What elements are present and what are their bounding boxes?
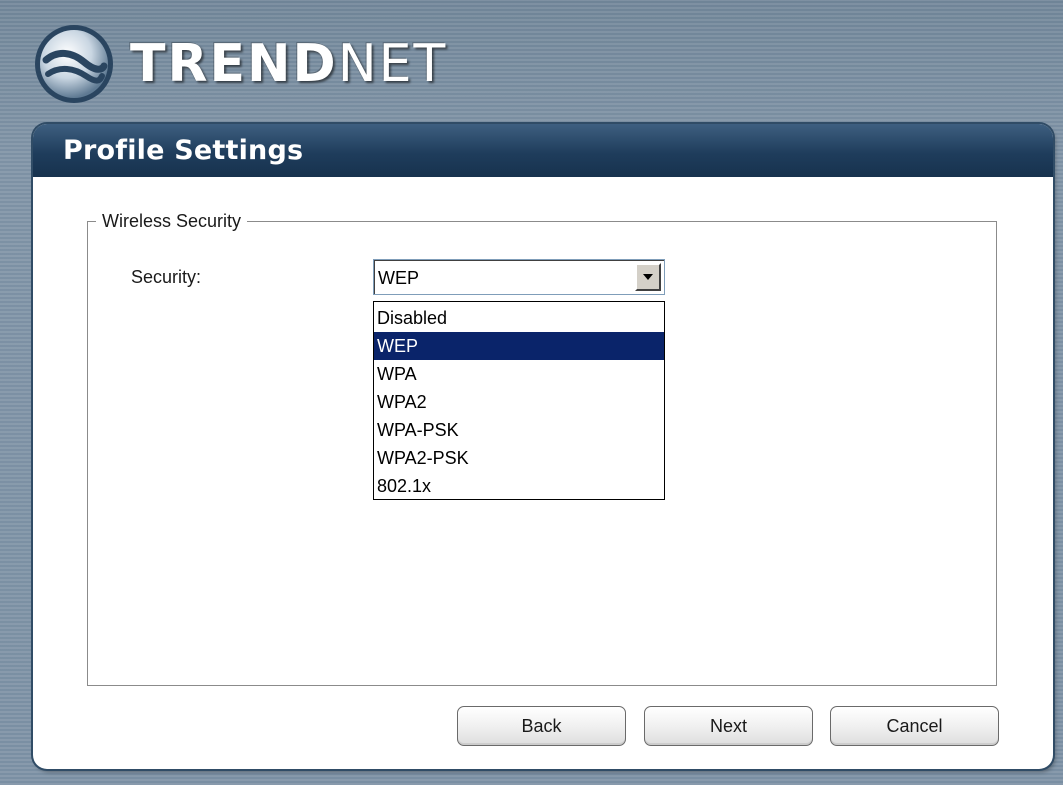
dropdown-button[interactable] xyxy=(635,263,661,291)
security-option-wpa-psk[interactable]: WPA-PSK xyxy=(374,416,664,444)
security-option-wpa[interactable]: WPA xyxy=(374,360,664,388)
group-legend: Wireless Security xyxy=(96,210,248,232)
profile-settings-panel: Profile Settings Wireless Security Secur… xyxy=(33,124,1053,769)
logo-wordmark: TRENDNET xyxy=(130,38,447,90)
logo-text-light: NET xyxy=(337,34,448,94)
next-button[interactable]: Next xyxy=(644,706,813,746)
security-option-wep[interactable]: WEP xyxy=(374,332,664,360)
cancel-button[interactable]: Cancel xyxy=(830,706,999,746)
security-option-wpa2-psk[interactable]: WPA2-PSK xyxy=(374,444,664,472)
security-option-wpa2[interactable]: WPA2 xyxy=(374,388,664,416)
security-option-8021x[interactable]: 802.1x xyxy=(374,472,664,500)
page-title: Profile Settings xyxy=(63,135,304,166)
logo-text-bold: TREND xyxy=(130,34,338,94)
panel-header: Profile Settings xyxy=(33,124,1053,177)
trendnet-globe-icon xyxy=(35,25,113,103)
security-select-value: WEP xyxy=(378,268,420,288)
security-label: Security: xyxy=(131,267,202,287)
trendnet-logo: TRENDNET xyxy=(32,24,447,104)
chevron-down-icon xyxy=(643,274,653,280)
security-option-disabled[interactable]: Disabled xyxy=(374,304,664,332)
back-button[interactable]: Back xyxy=(457,706,626,746)
security-select[interactable]: WEP xyxy=(373,259,665,295)
security-dropdown-list: Disabled WEP WPA WPA2 WPA-PSK WPA2-PSK 8… xyxy=(373,301,665,500)
